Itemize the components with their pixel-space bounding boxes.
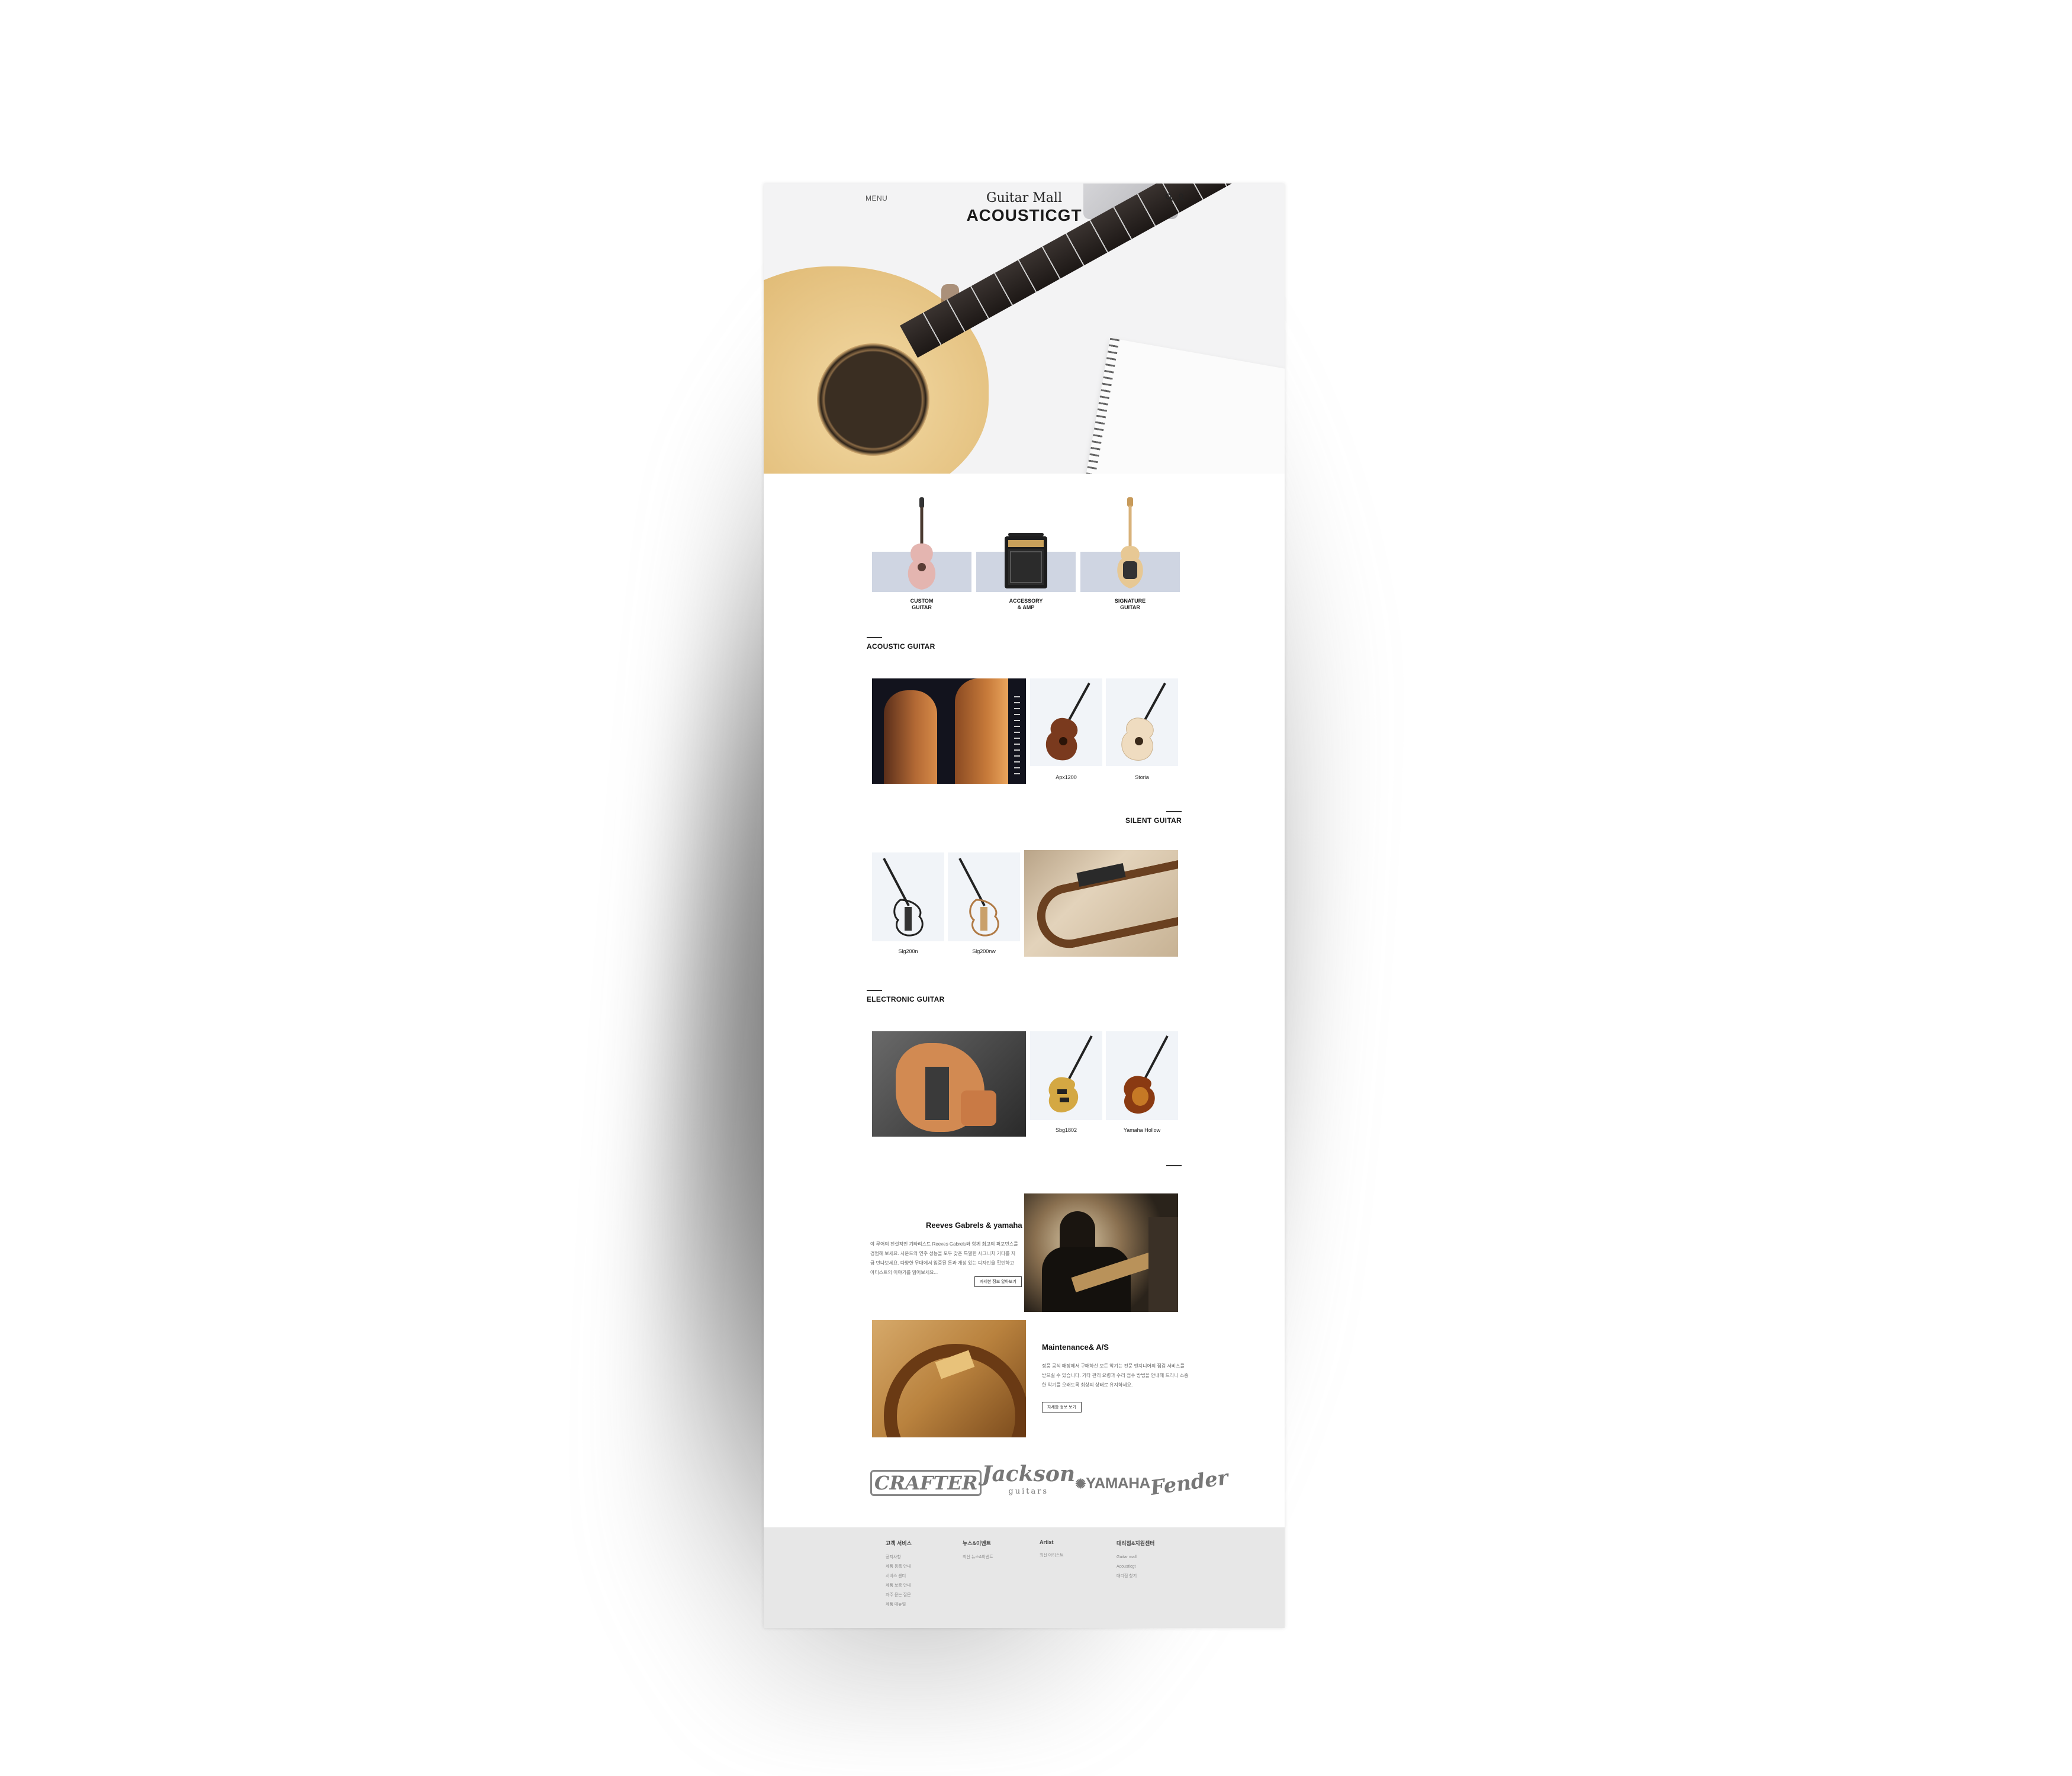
category-label: ACCESSORY & AMP xyxy=(1009,598,1043,610)
section-title-acoustic: ACOUSTIC GUITAR xyxy=(867,642,935,651)
notebook-photo-element xyxy=(1083,337,1285,474)
product-card-slg200nw[interactable] xyxy=(948,852,1020,941)
category-accessory-amp[interactable]: ACCESSORY & AMP xyxy=(976,497,1076,611)
footer-link[interactable]: Acousticgt xyxy=(1117,1562,1188,1572)
brand-logos: CRAFTER Jackson guitars ✺YAMAHA Fender xyxy=(870,1462,1230,1504)
product-card-storia[interactable] xyxy=(1106,678,1178,766)
feature-body-maintenance: 정품 공식 매장에서 구매하신 모든 악기는 전문 엔지니어의 점검 서비스를 … xyxy=(1042,1363,1189,1388)
header-icons xyxy=(1165,193,1189,205)
section-divider xyxy=(1166,811,1182,812)
crafter-logo[interactable]: CRAFTER xyxy=(870,1470,982,1496)
category-signature-guitar[interactable]: SIGNATURE GUITAR xyxy=(1080,497,1180,611)
footer-link[interactable]: 최신 아티스트 xyxy=(1040,1551,1111,1561)
product-name[interactable]: Apx1200 xyxy=(1031,774,1102,780)
footer-link[interactable]: 제품 등록 안내 xyxy=(886,1562,957,1572)
brand-script-logo[interactable]: Guitar Mall xyxy=(764,191,1285,205)
product-card-apx1200[interactable] xyxy=(1030,678,1102,766)
search-icon[interactable] xyxy=(1165,193,1173,205)
footer-heading: 고객 서비스 xyxy=(886,1540,912,1546)
footer-link[interactable]: 자주 묻는 질문 xyxy=(886,1591,957,1600)
section-title-electronic: ELECTRONIC GUITAR xyxy=(867,995,945,1003)
feature-more-button[interactable]: 자세한 정보 보기 xyxy=(1042,1402,1082,1413)
maintenance-photo[interactable] xyxy=(872,1320,1026,1437)
silent-guitar-image xyxy=(958,858,999,937)
electric-guitar-image xyxy=(1048,1035,1093,1113)
brand-title[interactable]: ACOUSTICGT xyxy=(764,206,1285,225)
footer-link[interactable]: 제품 보증 안내 xyxy=(886,1581,957,1591)
hero-banner: MENU Guitar Mall ACOUSTICGT xyxy=(764,184,1285,474)
section-divider xyxy=(867,637,882,638)
electric-guitar-image xyxy=(1117,497,1143,588)
footer-link[interactable]: Guitar mall xyxy=(1117,1553,1188,1562)
category-label: SIGNATURE GUITAR xyxy=(1114,598,1146,610)
acoustic-guitar-image xyxy=(1121,683,1166,761)
product-name[interactable]: Yamaha Hollow xyxy=(1106,1127,1177,1133)
product-card-yamaha-hollow[interactable] xyxy=(1106,1031,1178,1120)
footer-link[interactable]: 공지사항 xyxy=(886,1553,957,1562)
feature-title-maintenance: Maintenance& A/S xyxy=(1042,1343,1109,1352)
product-name[interactable]: Storia xyxy=(1106,774,1177,780)
webpage-mockup: MENU Guitar Mall ACOUSTICGT CUSTOM GUITA… xyxy=(764,184,1285,1628)
section-divider xyxy=(867,990,882,991)
footer-heading: Artist xyxy=(1040,1539,1054,1545)
footer: 고객 서비스 공지사항 제품 등록 안내 서비스 센터 제품 보증 안내 자주 … xyxy=(764,1527,1285,1628)
footer-column-artist: Artist 최신 아티스트 xyxy=(1040,1539,1111,1561)
product-name[interactable]: Slg200nw xyxy=(948,948,1019,954)
product-card-sbg1802[interactable] xyxy=(1030,1031,1102,1120)
jackson-logo[interactable]: Jackson guitars xyxy=(982,1463,1075,1501)
footer-column-customer-service: 고객 서비스 공지사항 제품 등록 안내 서비스 센터 제품 보증 안내 자주 … xyxy=(886,1539,957,1610)
footer-link[interactable]: 서비스 센터 xyxy=(886,1572,957,1581)
product-name[interactable]: Sbg1802 xyxy=(1031,1127,1102,1133)
footer-column-news: 뉴스&이벤트 최신 뉴스&이벤트 xyxy=(963,1539,1034,1562)
user-icon[interactable] xyxy=(1177,193,1185,205)
footer-link[interactable]: 대리점 찾기 xyxy=(1117,1572,1188,1581)
fender-logo[interactable]: Fender xyxy=(1149,1466,1230,1500)
top-navigation-bar: MENU Guitar Mall ACOUSTICGT xyxy=(764,184,1285,231)
silent-feature-photo[interactable] xyxy=(1024,850,1178,957)
product-card-slg200n[interactable] xyxy=(872,852,944,941)
hero-guitar-soundhole xyxy=(817,343,929,456)
reeves-gabrels-photo[interactable] xyxy=(1024,1193,1178,1312)
category-label: CUSTOM GUITAR xyxy=(910,598,934,610)
feature-more-button[interactable]: 자세한 정보 알아보기 xyxy=(974,1276,1022,1287)
category-custom-guitar[interactable]: CUSTOM GUITAR xyxy=(872,497,971,611)
amp-image xyxy=(1005,533,1047,588)
yamaha-tuning-fork-icon: ✺ xyxy=(1075,1476,1086,1491)
feature-title-reeves: Reeves Gabrels & yamaha xyxy=(926,1221,1022,1230)
footer-heading: 뉴스&이벤트 xyxy=(963,1540,991,1546)
section-divider xyxy=(1166,1165,1182,1166)
electronic-feature-photo[interactable] xyxy=(872,1031,1026,1137)
acoustic-guitar-image xyxy=(908,497,936,590)
footer-link[interactable]: 최신 뉴스&이벤트 xyxy=(963,1553,1034,1562)
silent-guitar-image xyxy=(883,858,924,937)
footer-link[interactable]: 제품 매뉴얼 xyxy=(886,1600,957,1610)
electric-guitar-image xyxy=(1124,1035,1169,1114)
yamaha-logo-text: YAMAHA xyxy=(1086,1473,1150,1492)
acoustic-feature-photo[interactable] xyxy=(872,678,1026,784)
footer-column-dealers: 대리점&지원센터 Guitar mall Acousticgt 대리점 찾기 xyxy=(1117,1539,1188,1581)
section-title-silent: SILENT GUITAR xyxy=(1125,816,1182,825)
footer-heading: 대리점&지원센터 xyxy=(1117,1540,1155,1546)
feature-body-reeves: 야 루어의 전설적인 기타리스트 Reeves Gabrels와 함께 최고의 … xyxy=(870,1241,1018,1275)
yamaha-logo[interactable]: ✺YAMAHA xyxy=(1075,1474,1150,1492)
product-name[interactable]: Slg200n xyxy=(873,948,944,954)
acoustic-guitar-image xyxy=(1045,683,1090,761)
